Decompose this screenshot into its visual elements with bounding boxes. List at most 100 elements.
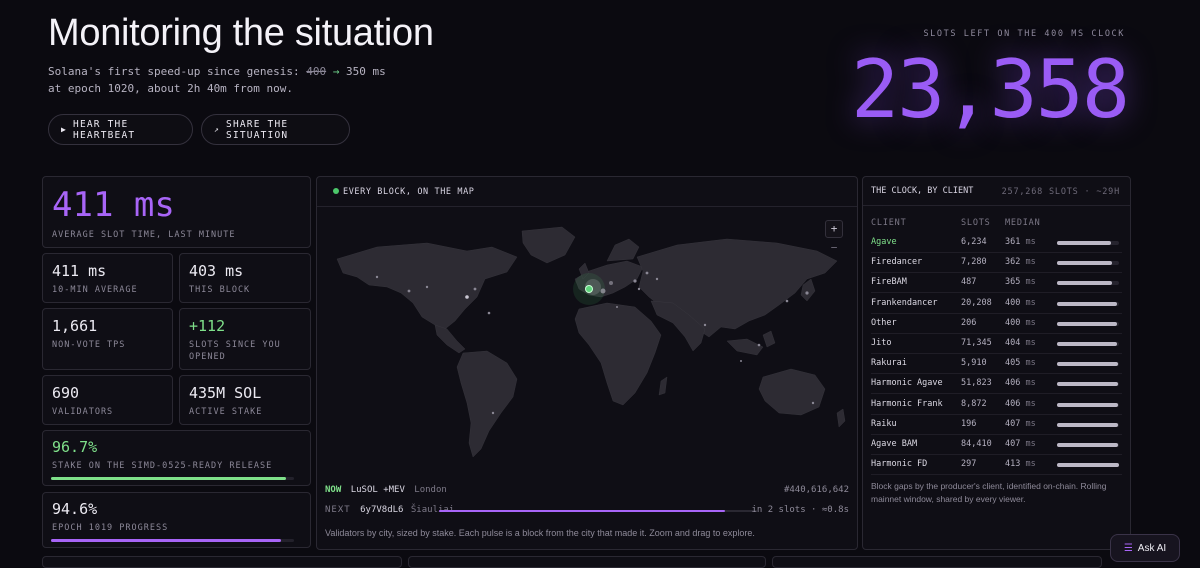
client-median-bar-fill [1057,382,1118,387]
active-block-pulse [585,285,593,293]
client-median: 413 ms [1005,459,1036,469]
page-title: Monitoring the situation [48,12,434,54]
bottom-card [772,556,1102,568]
client-slots: 6,234 [961,237,987,247]
client-row[interactable]: Agave 6,234 361 ms [871,233,1122,253]
now-row: NOW LuSOL +MEV London #440,616,642 [325,485,849,495]
client-median-value: 407 [1005,418,1021,429]
ten-min-average-card: 411 ms 10-MIN AVERAGE [42,253,173,303]
client-row[interactable]: Rakurai 5,910 405 ms [871,354,1122,375]
client-median-bar [1057,281,1119,286]
client-median-value: 407 [1005,439,1021,449]
column-header-median: MEDIAN [1005,218,1041,228]
client-name: Firedancer [871,257,923,268]
simd-stake-card: 96.7% STAKE ON THE SIMD-0525-READY RELEA… [42,430,311,486]
slots-left-counter: 23,358 [851,43,1130,136]
client-median-value: 406 [1005,378,1021,389]
client-name: Frankendancer [871,297,938,308]
bottom-card [42,556,402,568]
client-median: 406 ms [1005,378,1036,388]
europe-cluster-marker [609,281,613,285]
client-median-value: 362 [1005,257,1021,268]
client-slots: 20,208 [961,297,992,308]
client-median-unit: ms [1025,418,1036,429]
ask-ai-button[interactable]: ☰ Ask AI [1110,534,1180,562]
clock-label: SLOTS LEFT ON THE 400 MS CLOCK [923,29,1125,39]
client-row[interactable]: Raiku 196 407 ms [871,415,1122,435]
next-row: NEXT 6y7V8dL6 Šiauliai in 2 slots · ≈0.8… [325,505,849,515]
client-median-unit: ms [1025,338,1036,348]
now-city: London [414,485,447,495]
this-block-value: 403 ms [189,262,244,280]
next-progress-bar [439,510,757,512]
simd-stake-label: STAKE ON THE SIMD-0525-READY RELEASE [52,461,273,471]
client-median-bar-fill [1057,422,1118,427]
client-median-value: 404 [1005,338,1021,348]
client-median-unit: ms [1025,398,1036,409]
hear-heartbeat-button[interactable]: ▶ HEAR THE HEARTBEAT [48,114,193,145]
world-map[interactable] [317,217,859,479]
client-median-value: 400 [1005,317,1021,328]
client-median: 407 ms [1005,419,1036,429]
client-row[interactable]: Agave BAM 84,410 407 ms [871,435,1122,455]
active-stake-card: 435M SOL ACTIVE STAKE [179,375,311,425]
epoch-progress-value: 94.6% [52,500,98,518]
this-block-label: THIS BLOCK [189,285,251,295]
client-name: Rakurai [871,358,907,369]
stack-icon: ☰ [1123,542,1133,554]
client-median-bar [1057,422,1119,427]
client-median-bar-fill [1057,261,1112,266]
client-name: Raiku [871,418,897,429]
epoch-progress-label: EPOCH 1019 PROGRESS [52,523,169,533]
client-row[interactable]: Harmonic Frank 8,872 406 ms [871,395,1122,415]
map-header: EVERY BLOCK, ON THE MAP [317,177,857,207]
client-median-bar-fill [1057,241,1111,245]
client-slots: 297 [961,459,977,470]
live-dot-icon [333,188,339,194]
client-slots: 84,410 [961,439,992,449]
client-median-value: 361 [1005,237,1021,247]
client-median-bar [1057,463,1119,468]
hear-heartbeat-label: HEAR THE HEARTBEAT [73,118,136,141]
client-median: 406 ms [1005,399,1036,409]
client-median: 361 ms [1005,237,1036,247]
column-header-slots: SLOTS [961,218,991,228]
client-name: Harmonic Frank [871,398,943,409]
average-slot-value: 411 ms [52,185,175,225]
active-stake-value: 435M SOL [189,384,262,402]
validators-card: 690 VALIDATORS [42,375,173,425]
client-row[interactable]: Frankendancer 20,208 400 ms [871,294,1122,314]
simd-stake-bar [51,477,294,480]
client-median-bar-fill [1057,301,1118,306]
client-median-bar-fill [1057,362,1118,367]
tps-card: 1,661 NON-VOTE TPS [42,308,173,370]
client-median-bar [1057,382,1119,387]
share-situation-button[interactable]: ↗ SHARE THE SITUATION [201,114,350,145]
client-median-value: 413 [1005,459,1021,470]
client-median-bar-fill [1057,402,1118,407]
client-median-bar [1057,362,1119,367]
page-subtitle: Solana's first speed-up since genesis: 4… [48,63,388,97]
client-row[interactable]: Harmonic Agave 51,823 406 ms [871,374,1122,395]
map-title: EVERY BLOCK, ON THE MAP [343,187,475,197]
client-name: Other [871,317,897,328]
client-median: 400 ms [1005,318,1036,328]
client-median-unit: ms [1025,297,1036,308]
average-slot-label: AVERAGE SLOT TIME, LAST MINUTE [52,230,236,240]
client-row[interactable]: FireBAM 487 365 ms [871,273,1122,294]
client-median-bar [1057,301,1119,306]
client-median-unit: ms [1025,439,1036,449]
ten-min-average-value: 411 ms [52,262,107,280]
tps-value: 1,661 [52,317,98,335]
client-row[interactable]: Harmonic FD 297 413 ms [871,455,1122,476]
client-slots: 7,280 [961,257,987,268]
client-row[interactable]: Other 206 400 ms [871,314,1122,334]
subtitle-prefix: Solana's first speed-up since genesis: [48,65,307,78]
now-client: LuSOL +MEV [350,485,405,495]
client-row[interactable]: Firedancer 7,280 362 ms [871,253,1122,274]
now-label: NOW [325,485,342,495]
client-median: 405 ms [1005,358,1036,368]
next-label: NEXT [325,505,351,515]
client-median-value: 406 [1005,398,1021,409]
client-row[interactable]: Jito 71,345 404 ms [871,334,1122,354]
